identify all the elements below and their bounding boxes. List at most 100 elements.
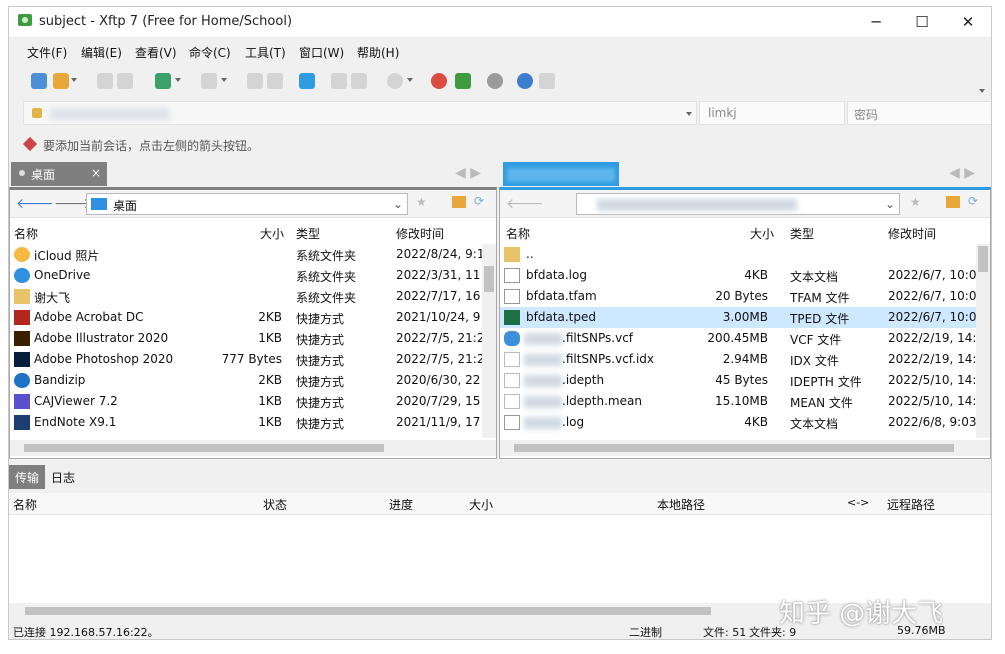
- status-mode: 二进制: [629, 626, 662, 639]
- illustrator-icon: [14, 331, 30, 346]
- password-field[interactable]: 密码: [847, 101, 991, 125]
- endnote-icon: [14, 415, 30, 430]
- onedrive-icon: [14, 268, 30, 283]
- menu-window[interactable]: 窗口(W): [299, 44, 344, 61]
- list-item[interactable]: iCloud 照片 系统文件夹 2022/8/24, 9:1: [10, 244, 482, 265]
- download-icon[interactable]: [267, 73, 283, 89]
- star-icon[interactable]: ★: [416, 195, 427, 209]
- home-folder-icon[interactable]: [452, 196, 466, 208]
- settings-gear-icon[interactable]: [487, 73, 503, 89]
- list-item[interactable]: 谢大飞 系统文件夹 2022/7/17, 16: [10, 286, 482, 307]
- table-row-selected[interactable]: bfdata.tped 3.00MB TPED 文件 2022/6/7, 10:…: [500, 307, 976, 328]
- close-button[interactable]: ✕: [945, 7, 991, 37]
- star-icon[interactable]: ★: [910, 195, 921, 209]
- remote-column-header: 名称 大小 类型 修改时间: [506, 227, 937, 241]
- remote-path-bar: 🡐 ⌄ ★ ⟳: [500, 190, 990, 218]
- excel-file-icon: [504, 310, 520, 325]
- menu-tools[interactable]: 工具(T): [245, 44, 286, 61]
- cajviewer-icon: [14, 394, 30, 409]
- xftp-app-icon: [18, 14, 32, 26]
- sync-icon[interactable]: [299, 73, 315, 89]
- menu-command[interactable]: 命令(C): [189, 44, 231, 61]
- connect-icon[interactable]: [97, 73, 113, 89]
- new-session-icon[interactable]: [31, 73, 47, 89]
- back-icon[interactable]: 🡐: [16, 195, 54, 212]
- user-folder-icon: [14, 289, 30, 304]
- remote-path-input[interactable]: ⌄: [576, 193, 900, 215]
- lock-icon: [32, 108, 42, 118]
- list-item[interactable]: .idepth 45 Bytes IDEPTH 文件 2022/5/10, 14…: [500, 370, 976, 391]
- list-item[interactable]: ..: [500, 244, 976, 265]
- list-item[interactable]: .log 4KB 文本文档 2022/6/8, 9:03: [500, 412, 976, 433]
- help-icon[interactable]: [517, 73, 533, 89]
- tab-transfer[interactable]: 传输: [9, 465, 45, 489]
- xftp-icon[interactable]: [455, 73, 471, 89]
- tab-remote-session[interactable]: [503, 162, 619, 186]
- remote-horizontal-scrollbar[interactable]: [500, 440, 990, 456]
- list-item[interactable]: .filtSNPs.vcf.idx 2.94MB IDX 文件 2022/2/1…: [500, 349, 976, 370]
- chat-icon[interactable]: [539, 73, 555, 89]
- upload-icon[interactable]: [247, 73, 263, 89]
- list-item[interactable]: Adobe Photoshop 2020 777 Bytes 快捷方式 2022…: [10, 349, 482, 370]
- status-dot-icon: [19, 170, 25, 176]
- file-icon: [504, 352, 520, 367]
- close-tab-icon[interactable]: ×: [91, 166, 101, 180]
- home-folder-icon[interactable]: [946, 196, 960, 208]
- text-file-icon: [504, 268, 520, 283]
- icloud-photos-icon: [14, 247, 30, 262]
- file-icon: [504, 394, 520, 409]
- remote-vertical-scrollbar[interactable]: [976, 244, 990, 438]
- bottom-tabs: 传输 日志: [9, 463, 991, 489]
- chevron-down-icon[interactable]: ⌄: [393, 197, 403, 211]
- open-folder-icon[interactable]: [53, 73, 69, 89]
- tab-desktop[interactable]: 桌面 ×: [11, 162, 107, 186]
- terminal-icon[interactable]: [201, 73, 217, 89]
- list-item[interactable]: bfdata.tfam 20 Bytes TFAM 文件 2022/6/7, 1…: [500, 286, 976, 307]
- username-field[interactable]: limkj: [699, 101, 845, 125]
- refresh-icon[interactable]: ⟳: [968, 194, 978, 208]
- acrobat-icon: [14, 310, 30, 325]
- tab-log[interactable]: 日志: [51, 469, 75, 486]
- list-item[interactable]: EndNote X9.1 1KB 快捷方式 2021/11/9, 17: [10, 412, 482, 433]
- list-item[interactable]: Adobe Illustrator 2020 1KB 快捷方式 2022/7/5…: [10, 328, 482, 349]
- bookmark-icon: [22, 136, 38, 152]
- remote-file-list: .. bfdata.log 4KB 文本文档 2022/6/7, 10:0 bf…: [500, 244, 976, 438]
- new-tab-icon[interactable]: [155, 73, 171, 89]
- transfer-column-header: 名称 状态 进度 大小 本地路径 <-> 远程路径: [9, 493, 991, 515]
- list-item[interactable]: bfdata.log 4KB 文本文档 2022/6/7, 10:0: [500, 265, 976, 286]
- local-path-bar: 🡐 🡒 桌面 ⌄ ★ ⟳: [10, 190, 496, 218]
- local-horizontal-scrollbar[interactable]: [10, 440, 496, 456]
- menu-view[interactable]: 查看(V): [135, 44, 177, 61]
- xshell-icon[interactable]: [431, 73, 447, 89]
- copy-icon[interactable]: [331, 73, 347, 89]
- redacted-path: [597, 199, 797, 211]
- minimize-button[interactable]: ─: [853, 7, 899, 37]
- local-vertical-scrollbar[interactable]: [482, 244, 496, 438]
- list-item[interactable]: .filtSNPs.vcf 200.45MB VCF 文件 2022/2/19,…: [500, 328, 976, 349]
- menu-edit[interactable]: 编辑(E): [81, 44, 122, 61]
- list-item[interactable]: .ldepth.mean 15.10MB MEAN 文件 2022/5/10, …: [500, 391, 976, 412]
- tab-scroll-left-icon[interactable]: ◀ ▶: [455, 165, 481, 181]
- menu-help[interactable]: 帮助(H): [357, 44, 399, 61]
- watermark: 知乎 @谢大飞: [779, 599, 944, 629]
- list-item[interactable]: CAJViewer 7.2 1KB 快捷方式 2020/7/29, 15: [10, 391, 482, 412]
- refresh-icon[interactable]: ⟳: [474, 194, 484, 208]
- transfer-panel: 传输 日志 名称 状态 进度 大小 本地路径 <-> 远程路径 已连接 192.…: [9, 463, 991, 639]
- host-address-field[interactable]: [23, 101, 697, 125]
- tab-scroll-right-icon[interactable]: ◀ ▶: [949, 165, 975, 181]
- list-item[interactable]: Bandizip 2KB 快捷方式 2020/6/30, 22: [10, 370, 482, 391]
- maximize-button[interactable]: ☐: [899, 7, 945, 37]
- chevron-down-icon[interactable]: [686, 112, 692, 116]
- vcf-file-icon: [504, 331, 520, 346]
- chevron-down-icon[interactable]: ⌄: [885, 197, 895, 211]
- local-column-header: 名称 大小 类型 修改时间: [14, 227, 445, 241]
- back-icon[interactable]: 🡐: [506, 195, 544, 212]
- list-item[interactable]: Adobe Acrobat DC 2KB 快捷方式 2021/10/24, 9: [10, 307, 482, 328]
- photoshop-icon: [14, 352, 30, 367]
- disconnect-icon[interactable]: [117, 73, 133, 89]
- paste-icon[interactable]: [351, 73, 367, 89]
- menu-file[interactable]: 文件(F): [27, 44, 67, 61]
- stop-icon[interactable]: [387, 73, 403, 89]
- list-item[interactable]: OneDrive 系统文件夹 2022/3/31, 11: [10, 265, 482, 286]
- local-path-input[interactable]: 桌面 ⌄: [86, 193, 408, 215]
